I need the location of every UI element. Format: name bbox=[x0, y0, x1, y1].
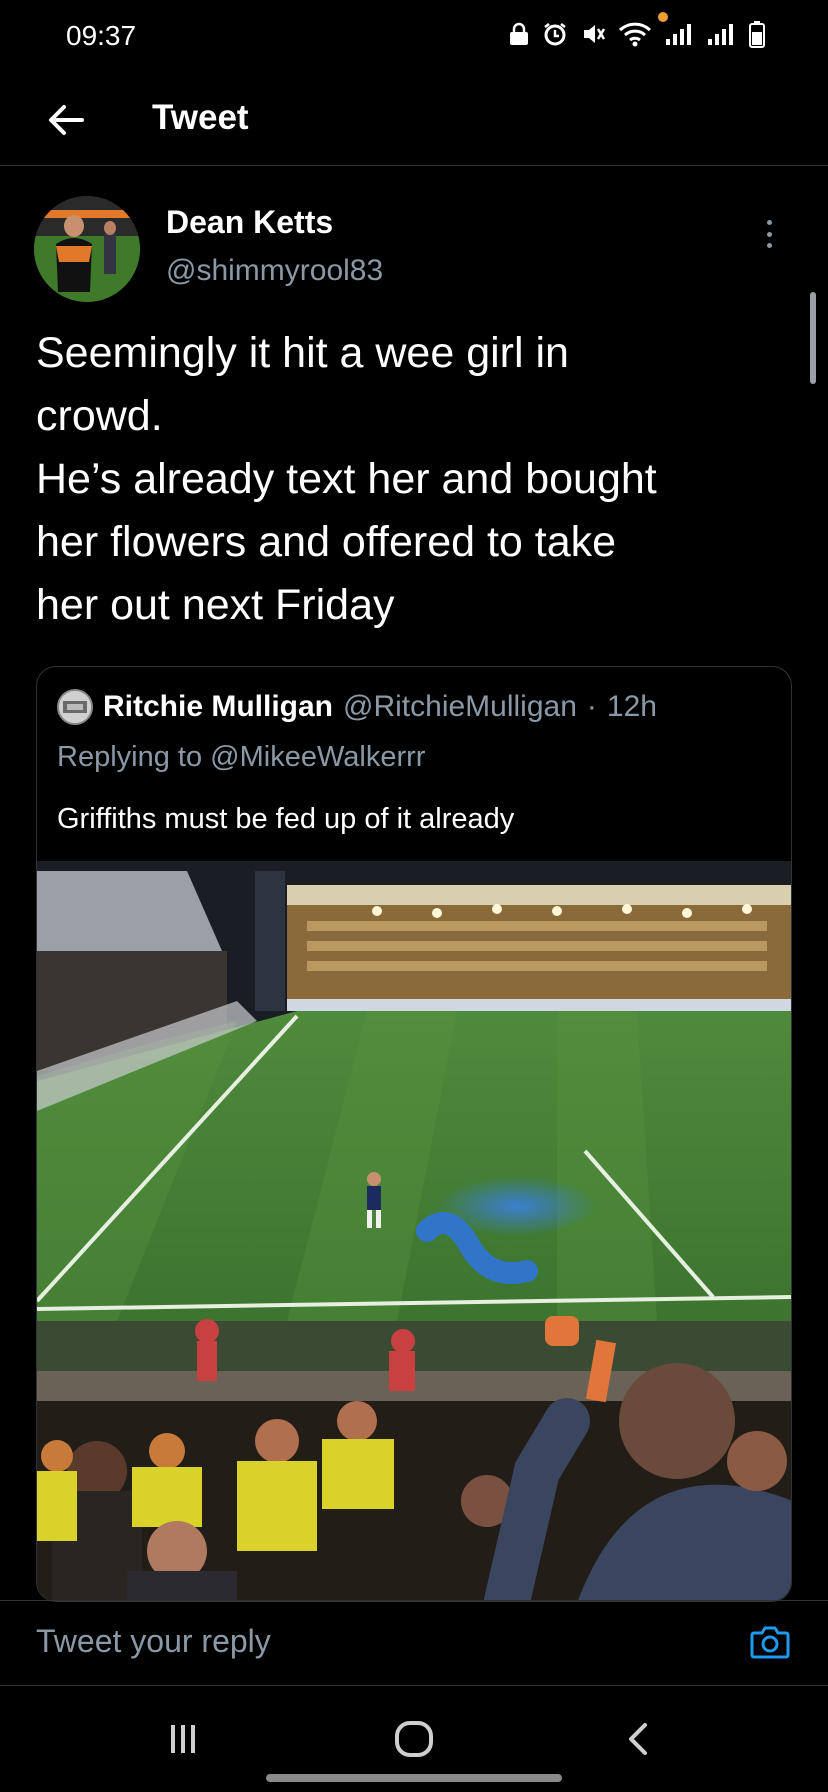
more-dot bbox=[766, 231, 772, 237]
chevron-left-icon bbox=[629, 1723, 647, 1755]
quote-author-handle: @RitchieMulligan bbox=[343, 690, 577, 723]
wifi-icon bbox=[618, 22, 652, 47]
quote-replying-to: Replying to @MikeeWalkerrr bbox=[57, 741, 425, 774]
quote-separator: · bbox=[586, 690, 597, 723]
home-icon bbox=[395, 1721, 433, 1757]
battery-icon bbox=[749, 21, 765, 48]
scroll-indicator[interactable] bbox=[810, 292, 816, 384]
quote-avatar bbox=[57, 689, 93, 725]
status-icons bbox=[508, 20, 766, 48]
camera-button[interactable] bbox=[748, 1619, 792, 1663]
tweet-author: Dean Ketts @shimmyrool83 bbox=[34, 196, 794, 306]
replying-label: Replying to bbox=[57, 741, 203, 773]
page-title: Tweet bbox=[152, 98, 249, 137]
avatar[interactable] bbox=[34, 196, 140, 302]
recents-icon bbox=[171, 1725, 195, 1753]
mute-icon bbox=[584, 25, 606, 43]
stadium-image bbox=[37, 861, 791, 1601]
signal-icon bbox=[666, 24, 691, 45]
author-name[interactable]: Dean Ketts bbox=[166, 204, 333, 241]
nav-home-button[interactable] bbox=[394, 1720, 434, 1763]
status-time: 09:37 bbox=[66, 20, 137, 51]
nav-recents-button[interactable] bbox=[168, 1722, 198, 1761]
tweet-text: Seemingly it hit a wee girl in crowd. He… bbox=[36, 329, 657, 629]
signal-icon-2 bbox=[708, 24, 733, 45]
more-button[interactable] bbox=[754, 214, 784, 254]
nav-back-button[interactable] bbox=[626, 1722, 650, 1761]
system-nav-bar bbox=[0, 1686, 828, 1792]
lock-icon bbox=[510, 22, 528, 45]
author-handle[interactable]: @shimmyrool83 bbox=[166, 254, 383, 288]
reply-input[interactable]: Tweet your reply bbox=[36, 1623, 271, 1660]
top-bar: Tweet bbox=[0, 72, 828, 166]
home-indicator bbox=[266, 1774, 562, 1782]
quote-header: Ritchie Mulligan @RitchieMulligan · 12h bbox=[57, 687, 777, 727]
alarm-icon bbox=[544, 23, 566, 46]
quote-text: Griffiths must be fed up of it already bbox=[57, 803, 515, 835]
more-dot bbox=[766, 243, 772, 248]
quote-author-name: Ritchie Mulligan bbox=[103, 690, 334, 723]
quote-time: 12h bbox=[606, 690, 657, 723]
back-button[interactable] bbox=[40, 94, 92, 146]
quoted-tweet[interactable]: Ritchie Mulligan @RitchieMulligan · 12h … bbox=[36, 666, 792, 1602]
reply-bar: Tweet your reply bbox=[0, 1600, 828, 1686]
replying-mention[interactable]: @MikeeWalkerrr bbox=[210, 741, 425, 773]
status-bar: 09:37 bbox=[0, 0, 828, 72]
quote-media-video[interactable] bbox=[37, 861, 791, 1601]
camera-icon bbox=[750, 1626, 790, 1659]
more-vertical-icon bbox=[766, 220, 772, 225]
arrow-left-icon bbox=[49, 105, 84, 135]
